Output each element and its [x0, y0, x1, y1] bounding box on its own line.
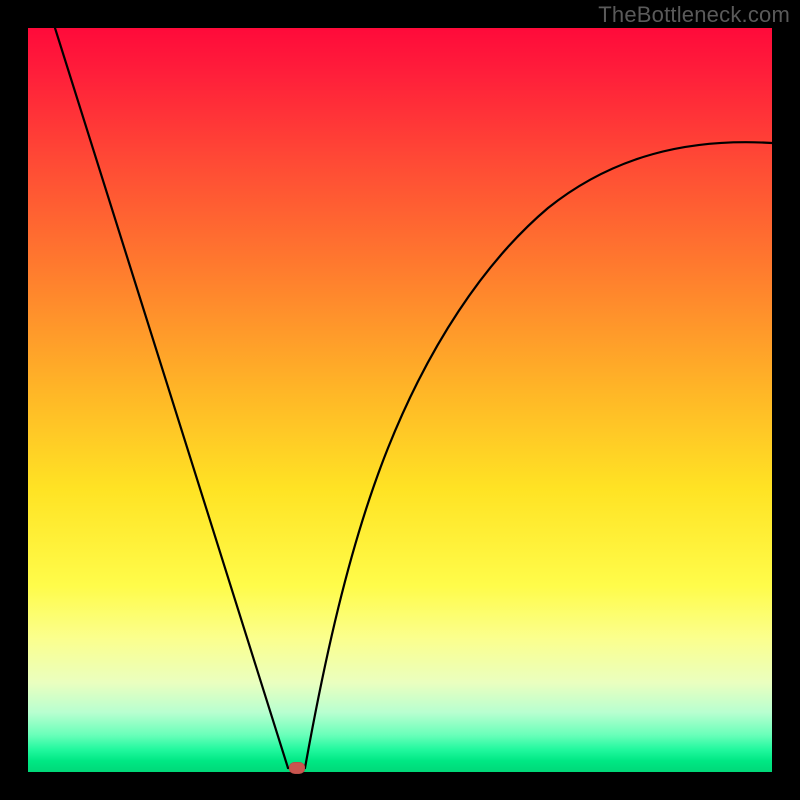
curve-right-branch — [305, 142, 772, 768]
plot-area — [28, 28, 772, 772]
optimal-point-marker — [289, 762, 305, 774]
bottleneck-curve — [28, 28, 772, 772]
watermark-text: TheBottleneck.com — [598, 2, 790, 28]
curve-left-branch — [55, 28, 288, 768]
chart-frame: TheBottleneck.com — [0, 0, 800, 800]
